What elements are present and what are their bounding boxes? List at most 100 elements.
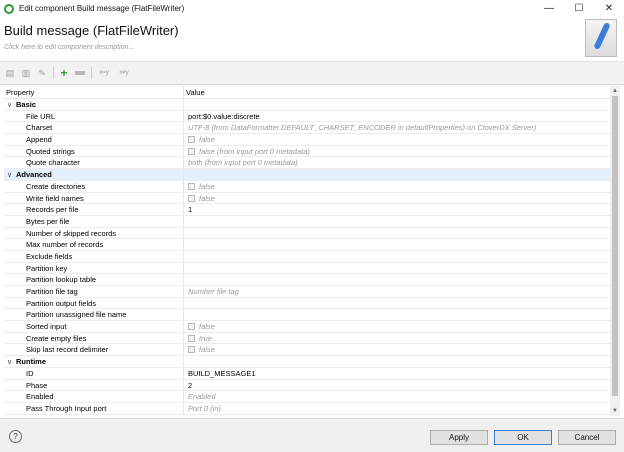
paste-icon[interactable]: ▥ <box>20 67 32 79</box>
move-up-icon[interactable]: x≠y <box>116 67 132 79</box>
window-titlebar: Edit component Build message (FlatFileWr… <box>0 0 624 17</box>
writer-logo-icon <box>585 19 617 57</box>
app-icon <box>4 3 14 14</box>
property-label: Sorted input <box>4 321 184 332</box>
property-value[interactable]: BUILD_MESSAGE1 <box>184 368 610 379</box>
property-value[interactable] <box>184 309 610 320</box>
scroll-down-icon[interactable]: ▼ <box>610 406 620 416</box>
table-row[interactable]: Enabled Enabled <box>4 391 610 403</box>
table-row[interactable]: Partition output fields <box>4 297 610 310</box>
scrollbar-thumb[interactable] <box>612 96 618 396</box>
table-row[interactable]: Max number of records <box>4 239 610 251</box>
property-value[interactable]: port:$0.value:discrete <box>184 111 610 122</box>
table-row[interactable]: Exclude fields <box>4 250 610 263</box>
property-value[interactable]: 1 <box>184 204 610 215</box>
toolbar-separator <box>91 67 92 79</box>
ok-button[interactable]: OK <box>494 430 552 445</box>
property-label: Partition unassigned file name <box>4 309 184 321</box>
table-row[interactable]: Partition unassigned file name <box>4 309 610 322</box>
column-header-property[interactable]: Property <box>4 86 184 98</box>
checkbox[interactable] <box>188 323 195 331</box>
property-value[interactable] <box>184 228 610 239</box>
table-row[interactable]: Quoted strings false (from input port 0 … <box>4 145 610 158</box>
property-label: Phase <box>4 379 184 391</box>
property-label: Create directories <box>4 180 184 192</box>
table-row[interactable]: Write field names false <box>4 192 610 205</box>
table-row[interactable]: ID BUILD_MESSAGE1 <box>4 367 610 380</box>
minimize-button[interactable]: — <box>536 0 562 17</box>
property-value[interactable] <box>184 216 610 227</box>
checkbox[interactable] <box>188 194 195 202</box>
category-label: Runtime <box>16 357 46 367</box>
chevron-down-icon[interactable]: ∨ <box>7 100 16 110</box>
table-row[interactable]: Partition file tag Number file tag <box>4 286 610 298</box>
property-value[interactable]: Enabled <box>184 391 610 402</box>
property-value: false <box>199 345 215 355</box>
property-label: Charset <box>4 122 184 134</box>
dialog-header: Build message (FlatFileWriter) Click her… <box>0 17 624 61</box>
property-value[interactable]: both (from input port 0 metadata) <box>184 157 610 168</box>
table-row[interactable]: Skip last record delimiter false <box>4 344 610 357</box>
property-value[interactable]: 2 <box>184 380 610 391</box>
toolbar-separator <box>53 67 54 79</box>
checkbox[interactable] <box>188 334 195 342</box>
table-row[interactable]: Bytes per file <box>4 215 610 228</box>
property-label: Partition lookup table <box>4 274 184 285</box>
checkbox[interactable] <box>188 136 195 144</box>
property-label: Enabled <box>4 391 184 402</box>
vertical-scrollbar[interactable]: ▲ ▼ <box>610 86 620 416</box>
property-toolbar: ▤ ▥ ✎ + x=y x≠y <box>0 61 624 85</box>
cancel-button[interactable]: Cancel <box>558 430 616 445</box>
checkbox[interactable] <box>188 346 195 354</box>
chevron-down-icon[interactable]: ∨ <box>7 357 16 367</box>
category-advanced[interactable]: ∨ Advanced <box>4 169 610 181</box>
property-value[interactable]: Number file tag <box>184 286 610 297</box>
table-row[interactable]: Append false <box>4 134 610 146</box>
table-row[interactable]: Charset UTF-8 (from DataFormatter.DEFAUL… <box>4 122 610 135</box>
chevron-down-icon[interactable]: ∨ <box>7 170 16 180</box>
property-value[interactable]: Port 0 (in) <box>184 403 610 414</box>
property-label: Exclude fields <box>4 250 184 262</box>
maximize-button[interactable]: ☐ <box>566 0 592 17</box>
property-value[interactable] <box>184 274 610 285</box>
table-row[interactable]: Sorted input false <box>4 321 610 333</box>
table-row[interactable]: Records per file 1 <box>4 204 610 216</box>
property-value[interactable] <box>184 298 610 309</box>
description-field[interactable]: Click here to edit component description… <box>4 44 134 51</box>
close-button[interactable]: ✕ <box>596 0 622 17</box>
property-label: Partition file tag <box>4 286 184 297</box>
category-basic[interactable]: ∨ Basic <box>4 99 610 111</box>
property-value: false (from input port 0 metadata) <box>199 146 310 156</box>
table-row[interactable]: Phase 2 <box>4 379 610 392</box>
column-header-value[interactable]: Value <box>184 86 610 98</box>
edit-icon[interactable]: ✎ <box>36 67 48 79</box>
property-value: false <box>199 322 215 332</box>
table-row[interactable]: Partition key <box>4 262 610 275</box>
property-label: Partition output fields <box>4 297 184 309</box>
scroll-up-icon[interactable]: ▲ <box>610 86 620 96</box>
property-label: Bytes per file <box>4 215 184 227</box>
copy-icon[interactable]: ▤ <box>4 67 16 79</box>
table-row[interactable]: File URL port:$0.value:discrete <box>4 110 610 123</box>
table-row[interactable]: Pass Through Input port Port 0 (in) <box>4 402 610 415</box>
property-value[interactable] <box>184 251 610 262</box>
property-value[interactable] <box>184 239 610 250</box>
table-row[interactable]: Partition lookup table <box>4 274 610 286</box>
component-title: Build message (FlatFileWriter) <box>4 23 179 38</box>
add-icon[interactable]: + <box>58 66 70 80</box>
remove-icon[interactable] <box>74 67 86 79</box>
table-row[interactable]: Create empty files true <box>4 332 610 345</box>
apply-button[interactable]: Apply <box>430 430 488 445</box>
property-value[interactable]: UTF-8 (from DataFormatter.DEFAULT_CHARSE… <box>184 122 610 133</box>
checkbox[interactable] <box>188 147 195 155</box>
property-value[interactable] <box>184 263 610 274</box>
move-down-icon[interactable]: x=y <box>96 67 112 79</box>
dialog-footer: ? Apply OK Cancel <box>0 418 624 452</box>
table-row[interactable]: Quote character both (from input port 0 … <box>4 157 610 170</box>
property-value: false <box>199 135 215 145</box>
table-row[interactable]: Number of skipped records <box>4 227 610 240</box>
help-icon[interactable]: ? <box>9 430 22 443</box>
table-row[interactable]: Create directories false <box>4 180 610 193</box>
category-runtime[interactable]: ∨ Runtime <box>4 356 610 368</box>
checkbox[interactable] <box>188 182 195 190</box>
